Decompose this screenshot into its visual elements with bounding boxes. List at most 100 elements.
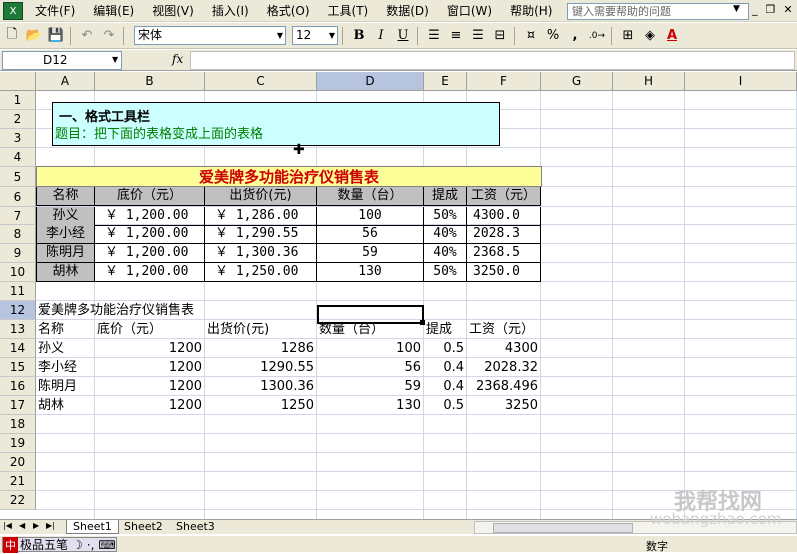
row-header-14[interactable]: 14 (0, 339, 36, 358)
header-cell[interactable]: 出货价(元) (207, 320, 269, 339)
data-cell[interactable]: 孙义 (38, 339, 64, 358)
data-cell[interactable]: 1250 (205, 396, 314, 415)
last-sheet-icon[interactable]: ▶| (46, 521, 55, 530)
data-cell[interactable]: 4300.0 (467, 207, 541, 226)
menu-insert[interactable]: 插入(I) (212, 2, 249, 19)
header-cell[interactable]: 名称 (38, 320, 64, 339)
data-cell[interactable]: 1200 (95, 358, 202, 377)
next-sheet-icon[interactable]: ▶ (33, 521, 39, 530)
header-cell[interactable]: 名称 (36, 187, 95, 206)
row-header-3[interactable]: 3 (0, 129, 36, 148)
header-cell[interactable]: 工资（元） (467, 187, 541, 206)
data-cell[interactable]: 2028.3 (467, 225, 541, 244)
active-cell-selection[interactable] (317, 305, 424, 324)
header-cell[interactable]: 底价（元） (97, 320, 162, 339)
data-cell[interactable]: 100 (317, 339, 421, 358)
menu-file[interactable]: 文件(F) (35, 2, 75, 19)
insert-function-button[interactable]: fx (172, 52, 183, 66)
row-header-5[interactable]: 5 (0, 167, 36, 187)
row-header-2[interactable]: 2 (0, 110, 36, 129)
data-cell[interactable]: 50% (424, 207, 467, 226)
close-icon[interactable]: ✕ (783, 3, 792, 16)
data-cell[interactable]: 胡林 (36, 263, 95, 282)
data-cell[interactable]: 1290.55 (205, 358, 314, 377)
row-header-1[interactable]: 1 (0, 91, 36, 110)
instruction-textbox[interactable]: 一、格式工具栏 题目：把下面的表格变成上面的表格 (52, 102, 500, 146)
data-cell[interactable]: 3250.0 (467, 263, 541, 282)
data-cell[interactable]: 130 (317, 263, 424, 282)
align-right-icon[interactable]: ☰ (468, 26, 488, 46)
fill-color-icon[interactable]: ◈ (640, 26, 660, 46)
first-sheet-icon[interactable]: |◀ (3, 521, 12, 530)
row-header-22[interactable]: 22 (0, 491, 36, 510)
row-header-13[interactable]: 13 (0, 320, 36, 339)
sheet-tab-3[interactable]: Sheet3 (170, 520, 221, 534)
data-cell[interactable]: ￥ 1,200.00 (95, 207, 205, 226)
comma-button[interactable]: , (565, 26, 585, 46)
align-left-icon[interactable]: ☰ (424, 26, 444, 46)
help-dropdown-icon[interactable]: ▼ (733, 4, 740, 14)
row-header-21[interactable]: 21 (0, 472, 36, 491)
row-header-6[interactable]: 6 (0, 187, 36, 207)
column-header-a[interactable]: A (36, 72, 95, 91)
data-cell[interactable]: 1200 (95, 396, 202, 415)
data-cell[interactable]: 1286 (205, 339, 314, 358)
data-cell[interactable]: 40% (424, 244, 467, 263)
column-header-h[interactable]: H (613, 72, 685, 91)
borders-icon[interactable]: ⊞ (618, 26, 638, 46)
row-header-10[interactable]: 10 (0, 263, 36, 282)
data-cell[interactable]: 李小经 (36, 225, 95, 244)
data-cell[interactable]: 56 (317, 225, 424, 244)
data-cell[interactable]: ￥ 1,200.00 (95, 263, 205, 282)
data-cell[interactable]: 陈明月 (36, 244, 95, 263)
data-cell[interactable]: 2368.496 (467, 377, 538, 396)
column-header-c[interactable]: C (205, 72, 317, 91)
percent-button[interactable]: % (543, 26, 563, 46)
punctuation-icon[interactable]: ·, (87, 538, 95, 552)
data-cell[interactable]: 50% (424, 263, 467, 282)
row-header-7[interactable]: 7 (0, 207, 36, 225)
ime-toolbar[interactable]: 中 极品五笔 ☽ ·, ⌨ (2, 536, 117, 553)
merge-center-icon[interactable]: ⊟ (490, 26, 510, 46)
column-header-b[interactable]: B (95, 72, 205, 91)
data-cell[interactable]: 56 (317, 358, 421, 377)
row-header-16[interactable]: 16 (0, 377, 36, 396)
data-cell[interactable]: 100 (317, 207, 424, 226)
menu-format[interactable]: 格式(O) (267, 2, 310, 19)
name-box[interactable]: D12 (2, 51, 122, 70)
data-cell[interactable]: ￥ 1,286.00 (205, 207, 317, 226)
data-cell[interactable]: 2028.32 (467, 358, 538, 377)
column-header-d[interactable]: D (317, 72, 424, 91)
row-header-9[interactable]: 9 (0, 244, 36, 263)
data-cell[interactable]: 1300.36 (205, 377, 314, 396)
redo-icon[interactable]: ↷ (99, 26, 119, 46)
align-center-icon[interactable]: ≡ (446, 26, 466, 46)
data-cell[interactable]: 40% (424, 225, 467, 244)
keyboard-icon[interactable]: ⌨ (98, 538, 115, 552)
data-cell[interactable]: 2368.5 (467, 244, 541, 263)
raw-table-title[interactable]: 爱美牌多功能治疗仪销售表 (38, 301, 194, 320)
data-cell[interactable]: 0.4 (424, 358, 464, 377)
worksheet-grid[interactable]: ABCDEFGHI 1 2 3 4 5 6 7 8 9 10 11 12 13 14 15 16 17 18 19 2… (0, 72, 797, 519)
data-cell[interactable]: 59 (317, 377, 421, 396)
menu-window[interactable]: 窗口(W) (447, 2, 492, 19)
new-document-icon[interactable]: 🗋 (2, 26, 22, 46)
undo-icon[interactable]: ↶ (77, 26, 97, 46)
data-cell[interactable]: 1200 (95, 377, 202, 396)
column-header-e[interactable]: E (424, 72, 467, 91)
data-cell[interactable]: 3250 (467, 396, 538, 415)
column-header-g[interactable]: G (541, 72, 613, 91)
select-all-corner[interactable] (0, 72, 36, 91)
moon-icon[interactable]: ☽ (72, 538, 83, 552)
currency-icon[interactable]: ¤ (521, 26, 541, 46)
data-cell[interactable]: ￥ 1,290.55 (205, 225, 317, 244)
data-cell[interactable]: 李小经 (38, 358, 77, 377)
data-cell[interactable]: ￥ 1,250.00 (205, 263, 317, 282)
underline-button[interactable]: U (393, 26, 413, 46)
data-cell[interactable]: 130 (317, 396, 421, 415)
header-cell[interactable]: 底价（元） (95, 187, 205, 206)
data-cell[interactable]: ￥ 1,200.00 (95, 225, 205, 244)
header-cell[interactable]: 提成 (426, 320, 452, 339)
sheet-tab-2[interactable]: Sheet2 (118, 520, 169, 534)
formula-input[interactable] (190, 51, 795, 70)
